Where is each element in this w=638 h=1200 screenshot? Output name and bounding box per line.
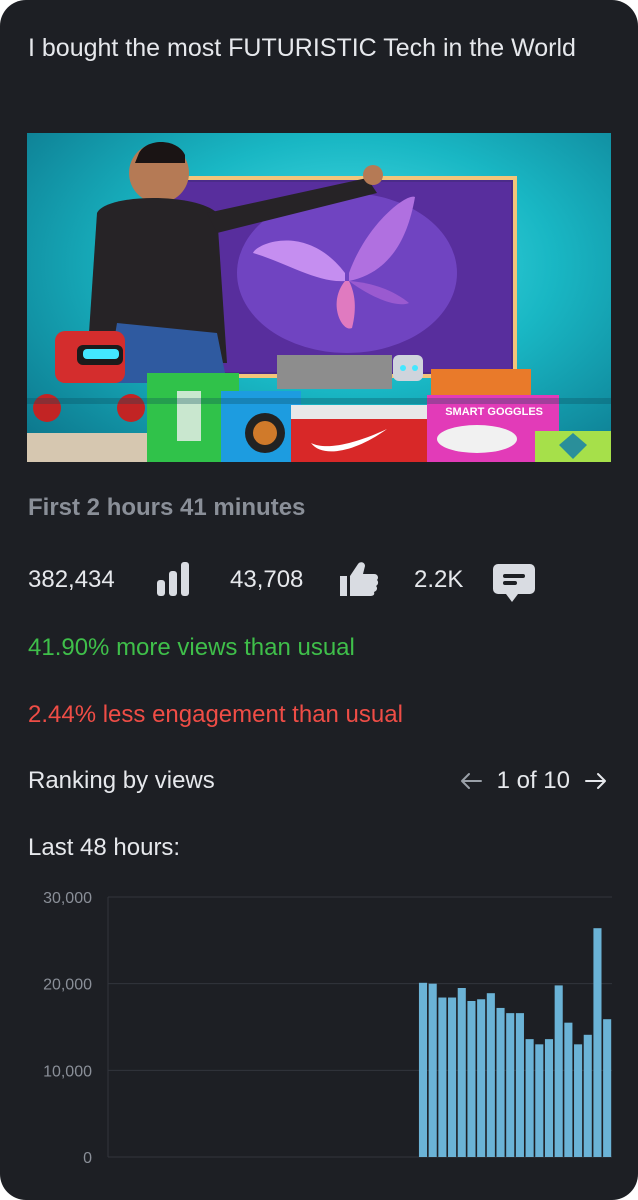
thumbnail-illustration: SMART GOGGLES <box>27 141 611 462</box>
previous-arrow-icon[interactable] <box>457 767 485 795</box>
chart-bar[interactable] <box>438 997 447 1157</box>
chart-bar[interactable] <box>506 1013 515 1157</box>
chart-bar[interactable] <box>486 993 495 1157</box>
views-count: 382,434 <box>28 566 115 593</box>
chart-bar[interactable] <box>418 982 428 1157</box>
chart-bar[interactable] <box>603 1019 612 1157</box>
chart-bar[interactable] <box>554 985 563 1157</box>
video-card: I bought the most FUTURISTIC Tech in the… <box>0 0 638 1200</box>
video-thumbnail[interactable]: SMART GOGGLES <box>27 133 611 462</box>
chart-bar[interactable] <box>448 997 457 1157</box>
small-robot <box>393 355 423 381</box>
ranking-position: 1 of 10 <box>496 767 570 794</box>
orange-box <box>431 369 531 399</box>
chart-bar[interactable] <box>496 1007 505 1157</box>
comment-icon <box>492 560 536 609</box>
chart-bar[interactable] <box>544 1039 554 1157</box>
likes-count: 43,708 <box>230 566 304 593</box>
views-bar-chart: 30,000 20,000 10,000 0 <box>43 890 612 1167</box>
chart-bar[interactable] <box>457 988 466 1157</box>
bar-chart-icon <box>156 560 192 603</box>
chart-bar[interactable] <box>593 928 602 1157</box>
y-tick-label: 30,000 <box>43 890 92 907</box>
chart-bar[interactable] <box>525 1039 534 1157</box>
chart-bar[interactable] <box>574 1044 583 1157</box>
y-tick-label: 10,000 <box>43 1063 92 1080</box>
chart-title: Last 48 hours: <box>28 834 181 861</box>
thumbnail-text: SMART GOGGLES <box>445 406 543 418</box>
stats-row: 382,434 43,708 2.2K <box>28 556 618 602</box>
chart-bar[interactable] <box>477 999 486 1157</box>
chart-bar[interactable] <box>564 1022 573 1157</box>
chart-bar[interactable] <box>535 1044 544 1157</box>
engagement-insight: 2.44% less engagement than usual <box>28 701 403 728</box>
views-insight: 41.90% more views than usual <box>28 634 355 661</box>
ranking-navigation: 1 of 10 <box>457 764 610 798</box>
period-label: First 2 hours 41 minutes <box>28 494 306 521</box>
comments-count: 2.2K <box>414 566 464 593</box>
chart-bar[interactable] <box>467 1001 476 1157</box>
chart-bar[interactable] <box>428 983 437 1157</box>
chart-bar[interactable] <box>515 1013 524 1157</box>
y-tick-label: 0 <box>83 1150 92 1167</box>
y-tick-label: 20,000 <box>43 977 92 994</box>
thumbs-up-icon <box>338 560 380 603</box>
soundbar <box>277 355 392 389</box>
nike-box <box>291 415 435 462</box>
video-title[interactable]: I bought the most FUTURISTIC Tech in the… <box>28 28 598 68</box>
ranking-label: Ranking by views <box>28 767 215 794</box>
chart-bar[interactable] <box>583 1034 592 1157</box>
next-arrow-icon[interactable] <box>582 767 610 795</box>
